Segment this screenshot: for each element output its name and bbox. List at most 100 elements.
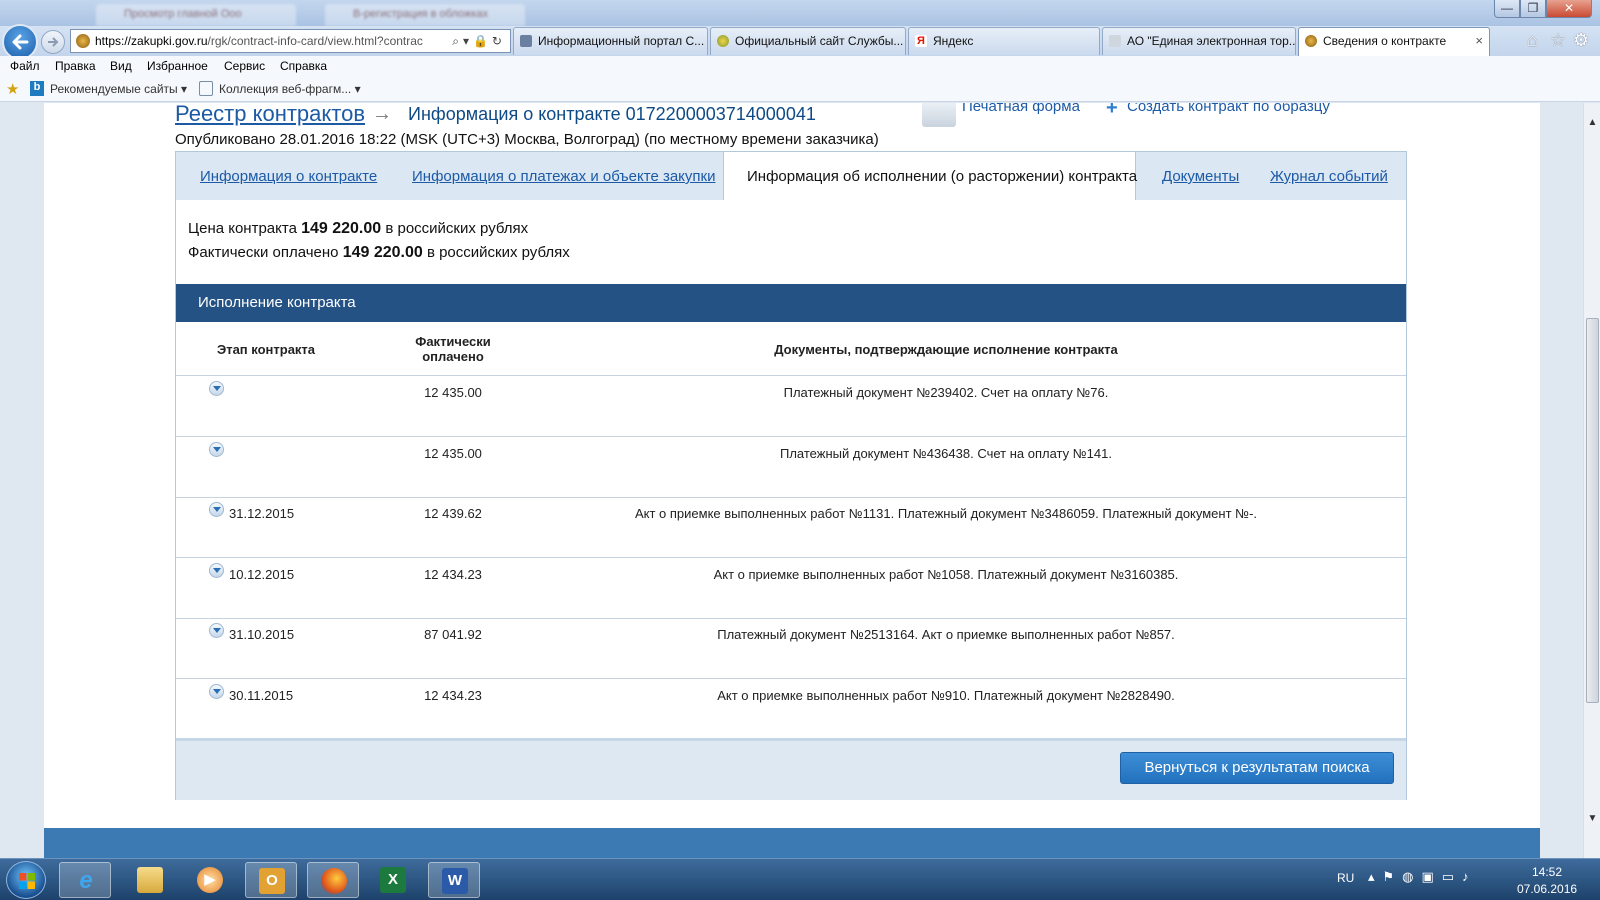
row-paid: 12 434.23 [424, 688, 482, 703]
row-paid: 12 435.00 [424, 446, 482, 461]
breadcrumb-registry-link[interactable]: Реестр контрактов [175, 103, 365, 127]
home-icon[interactable]: ⌂ [1527, 30, 1538, 51]
tab-yandex[interactable]: Я Яндекс [908, 27, 1100, 55]
back-button[interactable] [2, 24, 38, 60]
menu-help[interactable]: Справка [280, 59, 327, 73]
taskbar-media-player[interactable]: ▶ [184, 862, 236, 898]
column-stage: Этап контракта [216, 342, 316, 357]
row-documents: Акт о приемке выполненных работ №1131. П… [634, 506, 1258, 521]
contract-price-label: Цена контракта [188, 220, 297, 237]
taskbar-file-explorer[interactable] [124, 862, 176, 898]
hammer-icon [1109, 35, 1121, 47]
vertical-scrollbar[interactable]: ▲ ▼ [1583, 103, 1600, 858]
column-paid-line2: оплачено [422, 349, 484, 364]
start-button[interactable] [6, 861, 46, 899]
contract-price-currency: в российских рублях [385, 220, 529, 237]
chevron-down-icon [213, 568, 221, 573]
bing-icon: b [30, 81, 44, 96]
tab-execution-info[interactable]: Информация об исполнении (о расторжении)… [723, 152, 1137, 202]
tab-contract-details[interactable]: Сведения о контракте × [1298, 27, 1490, 56]
web-slice-gallery-label: Коллекция веб-фрагм... [219, 82, 352, 96]
windows-logo-icon [19, 873, 35, 889]
menu-file[interactable]: Файл [10, 59, 40, 73]
language-indicator[interactable]: RU [1337, 871, 1354, 885]
taskbar-excel[interactable]: X [367, 862, 419, 898]
printer-icon[interactable] [922, 103, 956, 127]
contract-price-value: 149 220.00 [301, 220, 382, 237]
menu-tools[interactable]: Сервис [224, 59, 265, 73]
actual-paid-value: 149 220.00 [342, 244, 423, 261]
clock-time[interactable]: 14:52 [1517, 865, 1577, 879]
recommended-sites-link[interactable]: Рекомендуемые сайты ▾ [50, 82, 187, 96]
back-to-results-button[interactable]: Вернуться к результатам поиска [1120, 752, 1394, 784]
actions-bar: Вернуться к результатам поиска [176, 738, 1406, 800]
create-by-template-link[interactable]: Создать контракт по образцу [1127, 103, 1330, 115]
forward-arrow-icon [48, 37, 59, 47]
favorites-bar: ★ b Рекомендуемые сайты ▾ Коллекция веб-… [0, 78, 1600, 102]
background-tab-2[interactable]: В-регистрация в обложках [325, 4, 525, 26]
page-footer [44, 828, 1540, 858]
tab-eets[interactable]: АО "Единая электронная тор... [1102, 27, 1296, 55]
print-form-link[interactable]: Печатная форма [962, 103, 1080, 115]
tab-contract-info[interactable]: Информация о контракте [200, 152, 377, 201]
web-slice-icon [199, 81, 213, 96]
row-paid: 12 435.00 [424, 385, 482, 400]
menu-view[interactable]: Вид [110, 59, 132, 73]
contract-price: Цена контракта 149 220.00 в российских р… [188, 220, 528, 238]
menu-edit[interactable]: Правка [55, 59, 96, 73]
tray-icons[interactable]: ▴⚑◍▣▭♪ [1368, 869, 1477, 885]
address-bar[interactable]: https://zakupki.gov.ru/rgk/contract-info… [70, 29, 511, 53]
forward-button[interactable] [41, 30, 65, 54]
minimize-button[interactable]: — [1494, 0, 1520, 18]
expand-row-icon[interactable] [209, 684, 224, 699]
browser-nav-bar: https://zakupki.gov.ru/rgk/contract-info… [0, 24, 1600, 60]
tab-info-portal[interactable]: Информационный портал С... [513, 27, 708, 55]
add-favorite-star-icon[interactable]: ★ [6, 80, 19, 98]
close-tab-icon[interactable]: × [1475, 28, 1483, 54]
expand-row-icon[interactable] [209, 563, 224, 578]
taskbar-word[interactable]: W [428, 862, 480, 898]
column-paid-line1: Фактически [415, 334, 491, 349]
maximize-button[interactable]: ❐ [1520, 0, 1546, 18]
taskbar-internet-explorer[interactable]: e [59, 862, 111, 898]
chevron-down-icon [213, 386, 221, 391]
row-documents: Акт о приемке выполненных работ №910. Пл… [717, 688, 1175, 703]
table-row: 31.12.2015 12 439.62 Акт о приемке выполне… [176, 497, 1406, 558]
tab-documents[interactable]: Документы [1162, 152, 1239, 201]
recommended-sites-label: Рекомендуемые сайты [50, 82, 178, 96]
favorites-star-icon[interactable]: ☆ [1550, 30, 1566, 51]
page-viewport: Реестр контрактов → Информация о контрак… [0, 103, 1583, 858]
expand-row-icon[interactable] [209, 442, 224, 457]
scrollbar-thumb[interactable] [1586, 318, 1599, 703]
tab-service-site[interactable]: Официальный сайт Службы... [710, 27, 906, 55]
menu-favorites[interactable]: Избранное [147, 59, 208, 73]
close-window-button[interactable]: ✕ [1546, 0, 1592, 18]
emblem-icon [1305, 35, 1317, 47]
outlook-icon: O [259, 868, 285, 894]
tab-label: Сведения о контракте [1323, 34, 1447, 48]
settings-gear-icon[interactable]: ⚙ [1573, 30, 1589, 51]
execution-content: Цена контракта 149 220.00 в российских р… [175, 200, 1407, 800]
web-slice-gallery-link[interactable]: Коллекция веб-фрагм... ▾ [219, 82, 361, 96]
column-paid: Фактически оплачено [358, 334, 548, 364]
tab-event-log[interactable]: Журнал событий [1270, 152, 1388, 201]
word-icon: W [442, 868, 468, 894]
taskbar-firefox[interactable] [307, 862, 359, 898]
table-row: 10.12.2015 12 434.23 Акт о приемке выполне… [176, 558, 1406, 619]
expand-row-icon[interactable] [209, 623, 224, 638]
tab-payments-info[interactable]: Информация о платежах и объекте закупки [412, 152, 715, 201]
expand-row-icon[interactable] [209, 502, 224, 517]
page-title: Информация о контракте 01722000037140000… [408, 104, 816, 124]
plus-icon[interactable]: + [1106, 103, 1118, 120]
clock-date[interactable]: 07.06.2016 [1517, 882, 1577, 896]
scroll-up-icon[interactable]: ▲ [1584, 117, 1600, 128]
taskbar-outlook[interactable]: O [245, 862, 297, 898]
yandex-icon: Я [915, 35, 927, 47]
background-tab-1[interactable]: Просмотр главной Ооо [96, 4, 296, 26]
table-row: 12 435.00 Платежный документ №239402. Сче… [176, 376, 1406, 437]
table-row: 31.10.2015 87 041.92 Платежный документ №2… [176, 618, 1406, 679]
scroll-down-icon[interactable]: ▼ [1584, 813, 1600, 824]
address-path: /rgk/contract-info-card/view.html?contra… [207, 34, 423, 48]
address-tools-icon[interactable]: ⌕▾🔒↻ [452, 30, 506, 52]
expand-row-icon[interactable] [209, 381, 224, 396]
